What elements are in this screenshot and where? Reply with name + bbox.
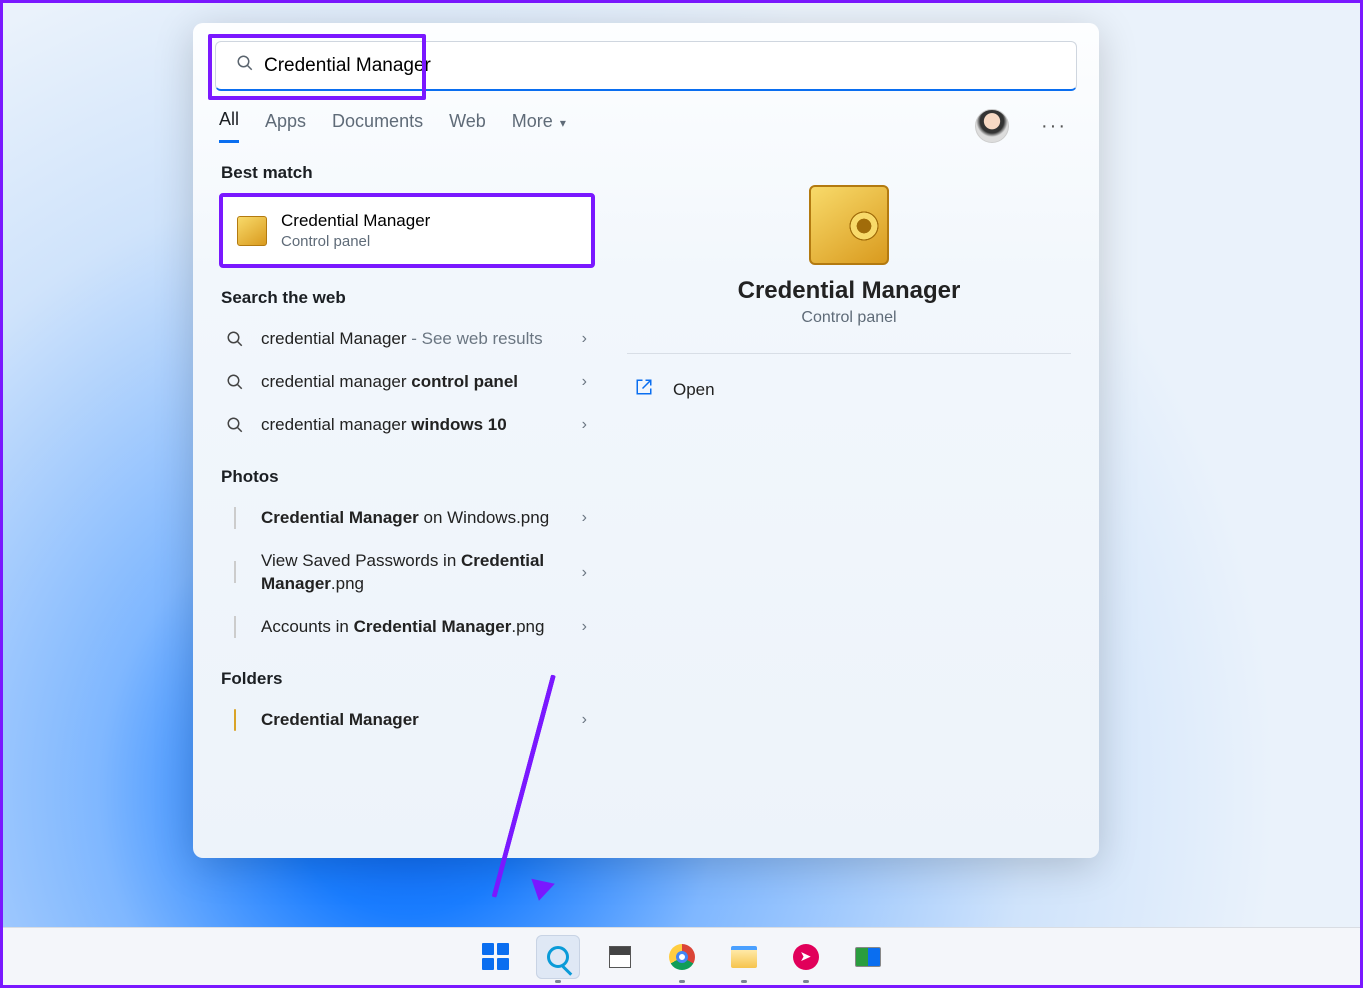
folder-result-text: Credential Manager [261, 709, 568, 732]
annotation-arrow-head [527, 879, 555, 904]
search-icon [223, 330, 247, 348]
section-photos: Photos [221, 467, 595, 487]
open-action[interactable]: Open [627, 368, 1071, 411]
divider [627, 353, 1071, 354]
taskbar-control-panel[interactable] [846, 935, 890, 979]
taskbar-file-explorer[interactable] [722, 935, 766, 979]
chevron-right-icon: › [582, 618, 587, 636]
windows-icon [482, 943, 509, 970]
web-result-2[interactable]: credential manager windows 10 › [219, 404, 595, 447]
tab-all[interactable]: All [219, 109, 239, 143]
filter-tabs: All Apps Documents Web More ▾ ··· [193, 91, 1099, 143]
web-result-text: credential manager windows 10 [261, 414, 568, 437]
detail-pane: Credential Manager Control panel Open [609, 143, 1089, 808]
taskbar-app[interactable]: ➤ [784, 935, 828, 979]
chevron-right-icon: › [582, 711, 587, 729]
more-options-button[interactable]: ··· [1035, 111, 1073, 142]
image-thumb-icon [223, 562, 247, 583]
open-label: Open [673, 380, 715, 400]
search-panel: All Apps Documents Web More ▾ ··· Best m… [193, 23, 1099, 858]
open-external-icon [633, 378, 655, 401]
search-icon [236, 54, 254, 77]
chevron-right-icon: › [582, 509, 587, 527]
image-thumb-icon [223, 508, 247, 529]
taskbar-chrome[interactable] [660, 935, 704, 979]
folder-icon [731, 946, 757, 968]
credential-manager-icon [237, 216, 267, 246]
photo-result-text: Credential Manager on Windows.png [261, 507, 568, 530]
chevron-right-icon: › [582, 373, 587, 391]
chevron-right-icon: › [582, 564, 587, 582]
search-icon [223, 373, 247, 391]
task-view-icon [609, 946, 631, 968]
detail-subtitle: Control panel [627, 309, 1071, 327]
tab-documents[interactable]: Documents [332, 111, 423, 142]
photo-result-2[interactable]: Accounts in Credential Manager.png › [219, 606, 595, 649]
taskbar-search-button[interactable] [536, 935, 580, 979]
taskbar: ➤ [3, 927, 1360, 985]
web-result-text: credential manager control panel [261, 371, 568, 394]
app-icon: ➤ [793, 944, 819, 970]
results-column: Best match Credential Manager Control pa… [203, 143, 595, 808]
control-panel-icon [855, 947, 881, 967]
image-thumb-icon [223, 617, 247, 638]
photo-result-text: View Saved Passwords in Credential Manag… [261, 550, 568, 596]
web-result-text: credential Manager - See web results [261, 328, 568, 351]
best-match-subtitle: Control panel [281, 233, 430, 250]
web-result-1[interactable]: credential manager control panel › [219, 361, 595, 404]
best-match-title: Credential Manager [281, 211, 430, 231]
detail-title: Credential Manager [627, 277, 1071, 305]
tab-web[interactable]: Web [449, 111, 486, 142]
search-bar-container [193, 23, 1099, 91]
folder-icon [223, 710, 247, 731]
search-icon [547, 946, 569, 968]
chevron-right-icon: › [582, 416, 587, 434]
folder-result-0[interactable]: Credential Manager › [219, 699, 595, 742]
photo-result-1[interactable]: View Saved Passwords in Credential Manag… [219, 540, 595, 606]
user-avatar[interactable] [975, 109, 1009, 143]
credential-manager-icon [809, 185, 889, 265]
photo-result-0[interactable]: Credential Manager on Windows.png › [219, 497, 595, 540]
search-input[interactable] [264, 55, 1064, 77]
search-bar[interactable] [215, 41, 1077, 91]
start-button[interactable] [474, 935, 518, 979]
section-search-web: Search the web [221, 288, 595, 308]
chevron-right-icon: › [582, 330, 587, 348]
tab-more[interactable]: More ▾ [512, 111, 566, 142]
best-match-result[interactable]: Credential Manager Control panel [219, 193, 595, 268]
tab-apps[interactable]: Apps [265, 111, 306, 142]
section-folders: Folders [221, 669, 595, 689]
web-result-0[interactable]: credential Manager - See web results › [219, 318, 595, 361]
task-view-button[interactable] [598, 935, 642, 979]
search-icon [223, 416, 247, 434]
section-best-match: Best match [221, 163, 595, 183]
chrome-icon [669, 944, 695, 970]
photo-result-text: Accounts in Credential Manager.png [261, 616, 568, 639]
chevron-down-icon: ▾ [560, 116, 566, 130]
